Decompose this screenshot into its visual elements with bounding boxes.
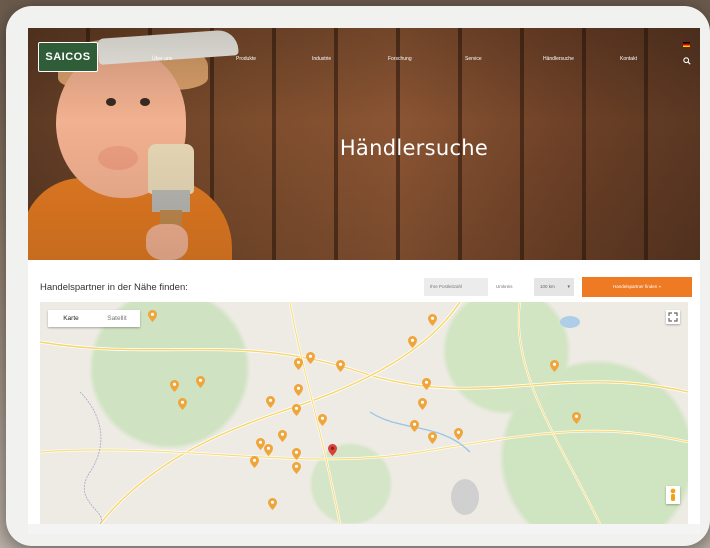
- finder-title: Handelspartner in der Nähe finden:: [40, 282, 188, 293]
- map-type-satellit[interactable]: Satellit: [94, 310, 140, 327]
- nav-item-kontakt[interactable]: Kontakt: [620, 56, 637, 62]
- nav-item-produkte[interactable]: Produkte: [236, 56, 256, 62]
- postal-code-input[interactable]: Ihre Postleitzahl: [424, 278, 488, 296]
- language-flag-icon[interactable]: [683, 42, 690, 47]
- search-icon[interactable]: [683, 57, 691, 65]
- radius-select[interactable]: 100 km ▾: [534, 278, 574, 296]
- selected-location-pin-icon[interactable]: [328, 444, 337, 456]
- map-type-karte[interactable]: Karte: [48, 310, 94, 327]
- dealer-pin-icon[interactable]: [408, 336, 417, 348]
- chevron-down-icon: ▾: [567, 284, 570, 290]
- dealer-pin-icon[interactable]: [196, 376, 205, 388]
- hero-banner: SAICOS Über uns Produkte Industrie Forsc…: [28, 28, 700, 268]
- dealer-pin-icon[interactable]: [264, 444, 273, 456]
- dealer-finder-bar: Handelspartner in der Nähe finden: Ihre …: [28, 260, 700, 302]
- tablet-screen: SAICOS Über uns Produkte Industrie Forsc…: [28, 28, 700, 534]
- map-type-toggle: Karte Satellit: [48, 310, 140, 327]
- dealer-pin-icon[interactable]: [278, 430, 287, 442]
- tablet-frame: SAICOS Über uns Produkte Industrie Forsc…: [6, 6, 710, 546]
- dealer-map[interactable]: Karte Satellit: [40, 302, 688, 524]
- dealer-pin-icon[interactable]: [250, 456, 259, 468]
- nav-item-forschung[interactable]: Forschung: [388, 56, 412, 62]
- dealer-pin-icon[interactable]: [550, 360, 559, 372]
- find-dealer-button[interactable]: Handelspartner finden »: [582, 277, 692, 297]
- dealer-pin-icon[interactable]: [266, 396, 275, 408]
- dealer-pin-icon[interactable]: [428, 432, 437, 444]
- map-footer: [28, 524, 700, 534]
- dealer-pin-icon[interactable]: [454, 428, 463, 440]
- main-nav: Über uns Produkte Industrie Forschung Se…: [28, 56, 700, 70]
- dealer-pin-icon[interactable]: [148, 310, 157, 322]
- nav-item-industrie[interactable]: Industrie: [312, 56, 331, 62]
- dealer-pin-icon[interactable]: [422, 378, 431, 390]
- dealer-pin-icon[interactable]: [418, 398, 427, 410]
- radius-label: Umkreis: [496, 284, 513, 289]
- dealer-pin-icon[interactable]: [410, 420, 419, 432]
- nav-item-service[interactable]: Service: [465, 56, 482, 62]
- dealer-pin-icon[interactable]: [336, 360, 345, 372]
- nav-item-haendlersuche[interactable]: Händlersuche: [543, 56, 574, 62]
- dealer-pin-icon[interactable]: [268, 498, 277, 510]
- dealer-pin-icon[interactable]: [294, 384, 303, 396]
- dealer-pin-icon[interactable]: [292, 448, 301, 460]
- fullscreen-icon[interactable]: [666, 310, 680, 324]
- dealer-pin-icon[interactable]: [178, 398, 187, 410]
- dealer-pin-icon[interactable]: [292, 462, 301, 474]
- dealer-pin-icon[interactable]: [318, 414, 327, 426]
- map-roads: [40, 302, 688, 524]
- dealer-pin-icon[interactable]: [428, 314, 437, 326]
- dealer-pin-icon[interactable]: [306, 352, 315, 364]
- dealer-pin-icon[interactable]: [292, 404, 301, 416]
- nav-item-ueber-uns[interactable]: Über uns: [152, 56, 172, 62]
- street-view-pegman-icon[interactable]: [666, 486, 680, 504]
- dealer-pin-icon[interactable]: [294, 358, 303, 370]
- page-title: Händlersuche: [339, 136, 489, 160]
- dealer-pin-icon[interactable]: [572, 412, 581, 424]
- radius-value: 100 km: [540, 284, 555, 289]
- dealer-pin-icon[interactable]: [170, 380, 179, 392]
